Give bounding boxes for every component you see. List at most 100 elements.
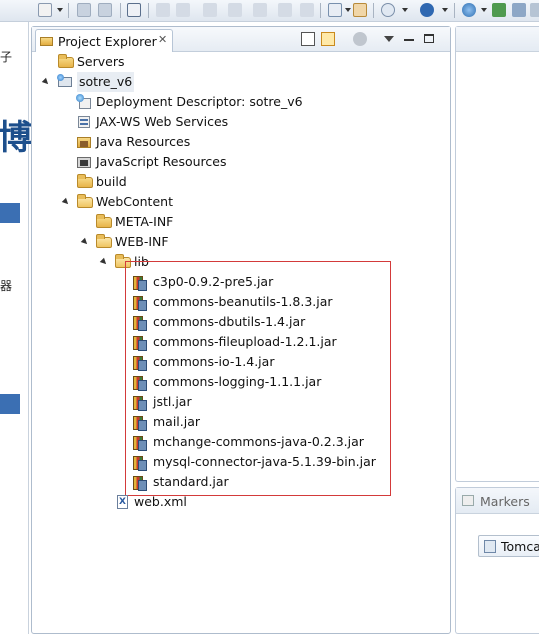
panel-header: Project Explorer ✕ — [32, 27, 450, 52]
markers-panel: Markers Tomca — [455, 487, 539, 634]
step-filter-icon[interactable] — [328, 3, 342, 17]
tab-markers[interactable]: Markers — [480, 494, 530, 509]
highlight-annotation-box — [125, 261, 391, 496]
main-toolbar — [0, 0, 539, 22]
tree-item-java-resources[interactable]: Java Resources — [60, 132, 300, 152]
tree-item-meta-inf[interactable]: META-INF — [79, 212, 279, 232]
tab-title: Project Explorer — [58, 34, 157, 49]
markers-icon — [462, 495, 474, 506]
chevron-down-icon[interactable] — [345, 8, 351, 12]
server-icon — [484, 540, 496, 553]
folder-open-icon — [96, 234, 112, 248]
tomcat-restart-icon[interactable] — [530, 3, 539, 17]
background-window-strip: 子 博 器 — [0, 22, 32, 634]
background-text: 博 — [0, 118, 32, 158]
collapse-all-icon[interactable] — [301, 32, 315, 46]
java-resources-icon — [76, 134, 92, 148]
tree-item-javascript-resources[interactable]: JavaScript Resources — [60, 152, 300, 172]
deployment-descriptor-icon — [76, 94, 92, 109]
close-icon[interactable]: ✕ — [158, 33, 167, 46]
collapse-arrow-icon[interactable] — [61, 192, 71, 212]
web-services-icon — [76, 114, 92, 128]
tree-item-label: sotre_v6 — [77, 72, 135, 92]
collapse-arrow-icon[interactable] — [99, 252, 109, 272]
tree-item-label: Deployment Descriptor: sotre_v6 — [96, 94, 303, 109]
focus-icon[interactable] — [353, 32, 367, 46]
markers-panel-header: Markers — [456, 488, 539, 514]
tree-item-servers[interactable]: Servers — [40, 52, 240, 72]
collapse-arrow-icon[interactable] — [41, 72, 51, 92]
maximize-icon[interactable] — [423, 32, 437, 46]
save-all-icon[interactable] — [98, 3, 112, 17]
tree-item-web-xml[interactable]: X web.xml — [114, 492, 264, 512]
tree-item-deployment-descriptor[interactable]: Deployment Descriptor: sotre_v6 — [60, 92, 303, 112]
toolbar-separator — [120, 3, 121, 18]
tree-item-label: JAX-WS Web Services — [96, 114, 229, 129]
editor-area — [455, 26, 539, 482]
save-icon[interactable] — [77, 3, 91, 17]
tree-item-label: WEB-INF — [115, 234, 169, 249]
skip-breakpoints-icon[interactable] — [127, 3, 141, 17]
step-over-icon[interactable] — [278, 3, 292, 17]
globe-icon[interactable] — [462, 3, 476, 17]
toolbar-separator — [320, 3, 321, 18]
minimize-icon[interactable] — [403, 32, 417, 46]
background-text: 子 — [0, 50, 13, 64]
collapse-arrow-icon[interactable] — [80, 232, 90, 252]
tomcat-run-icon[interactable] — [492, 3, 506, 17]
toolbar-separator — [454, 3, 455, 18]
expand-arrow-icon[interactable] — [61, 152, 71, 172]
tree-item-label: META-INF — [115, 214, 174, 229]
tomcat-stop-icon[interactable] — [512, 3, 526, 17]
chevron-down-icon[interactable] — [481, 8, 487, 12]
run-icon[interactable] — [420, 3, 434, 17]
expand-arrow-icon[interactable] — [80, 212, 90, 232]
javascript-resources-icon — [76, 154, 92, 168]
tree-item-project[interactable]: sotre_v6 — [40, 72, 240, 92]
server-entry[interactable]: Tomca — [478, 535, 539, 557]
debug-icon[interactable] — [381, 3, 395, 17]
editor-area-header — [456, 27, 539, 52]
chevron-down-icon[interactable] — [402, 8, 408, 12]
expand-arrow-icon[interactable] — [41, 52, 51, 72]
tree-item-label: build — [96, 174, 127, 189]
tree-item-web-inf[interactable]: WEB-INF — [79, 232, 279, 252]
tree-item-label: Java Resources — [96, 134, 191, 149]
background-text: 器 — [0, 279, 13, 293]
xml-file-icon: X — [116, 495, 132, 509]
expand-arrow-icon[interactable] — [61, 112, 71, 132]
tab-project-explorer[interactable]: Project Explorer ✕ — [35, 29, 173, 52]
server-label: Tomca — [501, 539, 539, 554]
background-highlight — [0, 394, 20, 414]
background-highlight — [0, 203, 20, 223]
tree-item-label: Servers — [77, 54, 125, 69]
disconnect-icon[interactable] — [228, 3, 242, 17]
link-with-editor-icon[interactable] — [321, 32, 335, 46]
expand-arrow-icon[interactable] — [61, 172, 71, 192]
folder-icon — [77, 174, 93, 188]
expand-arrow-icon[interactable] — [61, 132, 71, 152]
folder-icon — [96, 214, 112, 228]
folder-icon — [40, 34, 54, 47]
web-project-icon — [57, 74, 73, 88]
step-return-icon[interactable] — [300, 3, 314, 17]
folder-icon — [58, 54, 74, 68]
resume-icon[interactable] — [156, 3, 170, 17]
tree-item-label: web.xml — [134, 494, 187, 509]
tree-item-build[interactable]: build — [60, 172, 260, 192]
new-icon[interactable] — [38, 3, 52, 17]
folder-open-icon — [77, 194, 93, 208]
tree-item-jaxws[interactable]: JAX-WS Web Services — [60, 112, 300, 132]
tree-item-label: WebContent — [96, 194, 173, 209]
view-menu-icon[interactable] — [383, 32, 397, 46]
search-icon[interactable] — [353, 3, 367, 17]
suspend-icon[interactable] — [176, 3, 190, 17]
expand-arrow-icon[interactable] — [61, 92, 71, 112]
chevron-down-icon[interactable] — [57, 8, 63, 12]
step-into-icon[interactable] — [253, 3, 267, 17]
terminate-icon[interactable] — [203, 3, 217, 17]
tree-item-label: JavaScript Resources — [96, 154, 227, 169]
toolbar-separator — [68, 3, 69, 18]
chevron-down-icon[interactable] — [442, 8, 448, 12]
tree-item-webcontent[interactable]: WebContent — [60, 192, 260, 212]
